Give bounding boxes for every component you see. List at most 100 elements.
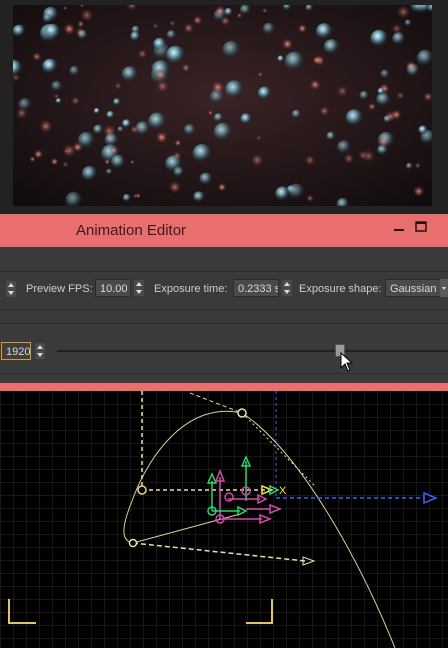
bokeh-light [236,12,243,19]
minimize-icon[interactable] [392,220,406,234]
bokeh-droplet [404,19,412,27]
bokeh-light [130,125,139,134]
gizmo-x-axis-label: X [279,485,287,497]
bokeh-light [102,124,117,138]
bokeh-droplet [377,87,385,96]
bokeh-light [304,154,316,166]
bokeh-droplet [225,80,244,99]
bokeh-droplet [93,107,101,115]
bokeh-droplet [13,24,26,38]
bokeh-droplet [165,155,183,173]
bokeh-droplet [376,92,391,107]
preview-fps-field[interactable]: 10.00 [95,279,131,297]
preview-fps-spinner-icon[interactable] [133,279,145,297]
bokeh-light [414,162,421,169]
bokeh-droplet [42,13,53,24]
bokeh-droplet [392,32,406,46]
bokeh-droplet [418,125,428,135]
bokeh-light [80,8,94,22]
viewport-canvas[interactable]: X [0,391,448,648]
3d-viewport[interactable]: X [0,391,448,648]
bokeh-droplet [275,186,290,202]
bokeh-droplet [69,65,80,77]
bokeh-droplet [193,191,206,204]
render-preview-panel [0,0,448,214]
dropdown-arrow-icon[interactable] [440,279,448,297]
bokeh-droplet [405,162,413,170]
bokeh-droplet [380,69,390,79]
bokeh-light [104,158,111,165]
bokeh-droplet [18,98,32,112]
bokeh-light [312,55,322,65]
bokeh-droplet [51,80,63,93]
bokeh-light [297,23,307,33]
bokeh-light [358,150,368,161]
bokeh-light [154,68,167,81]
bokeh-light [256,135,262,141]
toolbar-divider [0,309,448,310]
bokeh-light [367,102,376,111]
bokeh-light [54,93,59,99]
bokeh-droplet [130,31,141,42]
bokeh-light [155,131,168,144]
bokeh-light [63,6,68,11]
bokeh-droplet [121,66,138,83]
bokeh-droplet [345,109,364,127]
bokeh-light [396,5,411,19]
bokeh-light [396,91,405,100]
bokeh-light [152,23,159,29]
toolbar-divider [0,323,448,324]
bokeh-light [384,110,397,123]
bokeh-light [132,193,138,199]
left-spinner-icon[interactable] [5,280,17,298]
keyframe-point[interactable] [237,408,247,418]
bokeh-droplet [359,90,370,101]
bokeh-droplet [337,140,352,155]
maximize-icon[interactable] [414,220,428,234]
toolbar-divider [0,271,448,272]
bokeh-light [174,139,182,147]
exposure-shape-label: Exposure shape: [299,283,382,295]
bokeh-droplet [122,193,132,203]
current-frame-field[interactable]: 1920 [1,342,31,360]
bokeh-droplet [262,22,276,36]
bokeh-light [211,80,225,95]
bokeh-light [114,82,122,90]
bokeh-droplet [106,110,115,120]
bokeh-light [169,20,176,27]
render-preview-image [13,5,432,206]
bokeh-light [250,153,264,167]
bokeh-light [405,60,417,72]
bokeh-droplet [277,55,285,63]
bokeh-light [309,79,321,91]
bokeh-light [306,194,314,202]
bokeh-light [63,23,76,35]
bokeh-light [50,157,59,166]
timeline-track[interactable] [57,350,448,352]
bokeh-droplet [81,165,98,182]
exposure-time-field[interactable]: 0.2333 s [233,279,279,297]
bokeh-light [214,5,226,17]
bokeh-light [257,71,263,77]
bokeh-light [183,22,194,34]
bokeh-droplet [291,109,302,120]
titlebar[interactable] [0,214,448,247]
bokeh-droplet [111,154,126,170]
bokeh-droplet [199,172,213,186]
bokeh-light [391,23,403,34]
exposure-shape-dropdown[interactable]: Gaussian [385,279,443,297]
bokeh-droplet [326,131,336,141]
frame-spinner-icon[interactable] [34,342,46,360]
keyframe-point-selected[interactable] [137,485,147,495]
bokeh-droplet [44,23,61,41]
bokeh-light [262,7,268,14]
bokeh-light [217,182,227,192]
keyframe-point[interactable] [128,538,138,548]
exposure-time-spinner-icon[interactable] [281,279,293,297]
panel-splitter[interactable] [0,383,448,391]
preview-fps-label: Preview FPS: [26,283,93,295]
bokeh-light [156,79,169,93]
bokeh-light [62,161,69,168]
bokeh-droplet [55,98,62,105]
bokeh-light [343,152,355,164]
